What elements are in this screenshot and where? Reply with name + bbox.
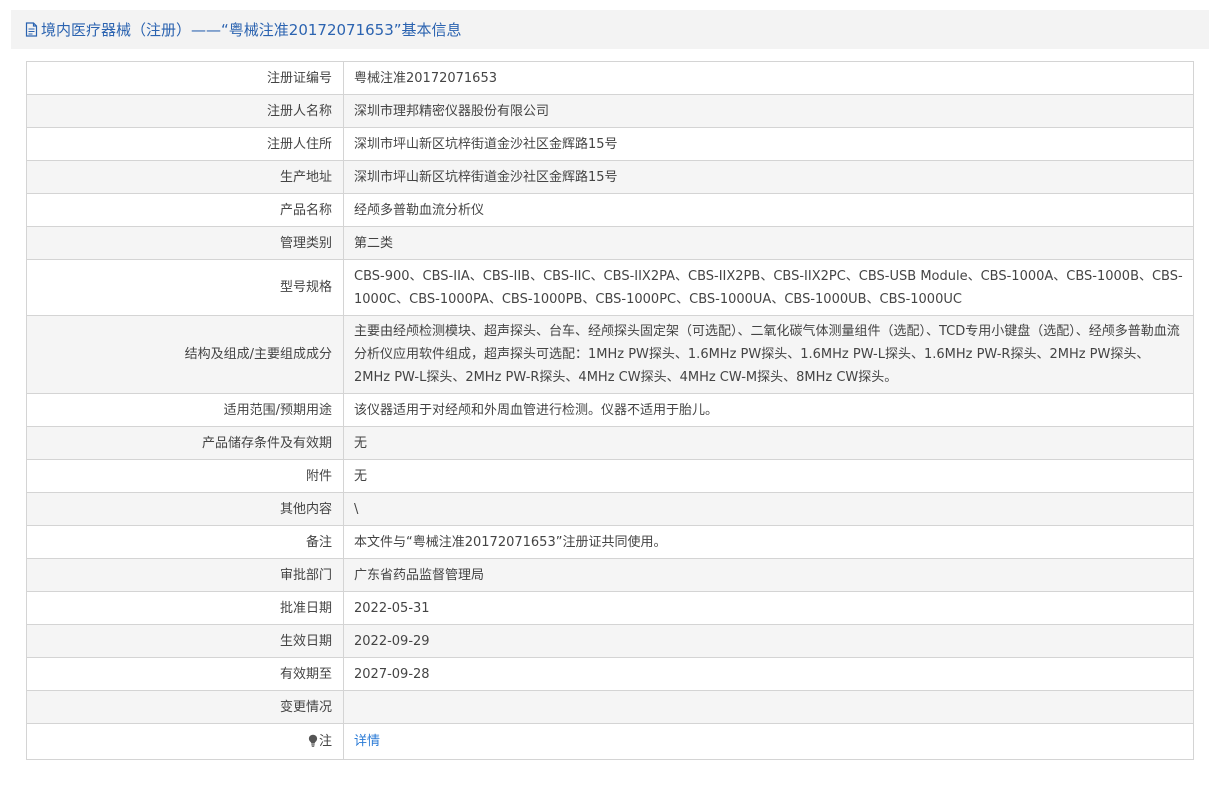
row-label: 注册人住所: [26, 127, 344, 161]
row-label: 产品名称: [26, 193, 344, 227]
row-value: 深圳市坪山新区坑梓街道金沙社区金辉路15号: [343, 127, 1194, 161]
row-value: 本文件与“粤械注准20172071653”注册证共同使用。: [343, 525, 1194, 559]
row-value: 粤械注准20172071653: [343, 61, 1194, 95]
row-value: 广东省药品监督管理局: [343, 558, 1194, 592]
table-row: 注册人名称 深圳市理邦精密仪器股份有限公司: [26, 94, 1194, 128]
table-row: 管理类别 第二类: [26, 226, 1194, 260]
page-title: 境内医疗器械（注册）——“粤械注准20172071653”基本信息: [41, 21, 462, 39]
table-row: 适用范围/预期用途 该仪器适用于对经颅和外周血管进行检测。仪器不适用于胎儿。: [26, 393, 1194, 427]
row-value: 第二类: [343, 226, 1194, 260]
panel-body: 注册证编号 粤械注准20172071653 注册人名称 深圳市理邦精密仪器股份有…: [11, 49, 1209, 786]
details-link[interactable]: 详情: [354, 734, 380, 749]
table-row: 附件 无: [26, 459, 1194, 493]
note-row: 注 详情: [26, 723, 1194, 760]
table-row: 生产地址 深圳市坪山新区坑梓街道金沙社区金辉路15号: [26, 160, 1194, 194]
table-row: 型号规格 CBS-900、CBS-IIA、CBS-IIB、CBS-IIC、CBS…: [26, 259, 1194, 316]
row-value: \: [343, 492, 1194, 526]
table-row: 有效期至 2027-09-28: [26, 657, 1194, 691]
table-row: 审批部门 广东省药品监督管理局: [26, 558, 1194, 592]
info-panel: 境内医疗器械（注册）——“粤械注准20172071653”基本信息 注册证编号 …: [11, 10, 1209, 786]
row-label: 生效日期: [26, 624, 344, 658]
panel-header: 境内医疗器械（注册）——“粤械注准20172071653”基本信息: [11, 10, 1209, 49]
table-row: 产品储存条件及有效期 无: [26, 426, 1194, 460]
row-value: 主要由经颅检测模块、超声探头、台车、经颅探头固定架（可选配）、二氧化碳气体测量组…: [343, 315, 1194, 394]
row-label: 注册证编号: [26, 61, 344, 95]
row-label: 审批部门: [26, 558, 344, 592]
row-label: 型号规格: [26, 259, 344, 316]
note-value-cell: 详情: [343, 723, 1194, 760]
row-value: CBS-900、CBS-IIA、CBS-IIB、CBS-IIC、CBS-IIX2…: [343, 259, 1194, 316]
row-label: 其他内容: [26, 492, 344, 526]
row-label: 批准日期: [26, 591, 344, 625]
row-label: 生产地址: [26, 160, 344, 194]
lightbulb-icon: [308, 732, 318, 747]
table-row: 其他内容 \: [26, 492, 1194, 526]
row-value: 经颅多普勒血流分析仪: [343, 193, 1194, 227]
row-value: 深圳市坪山新区坑梓街道金沙社区金辉路15号: [343, 160, 1194, 194]
row-label: 管理类别: [26, 226, 344, 260]
row-value: 深圳市理邦精密仪器股份有限公司: [343, 94, 1194, 128]
row-value: 无: [343, 426, 1194, 460]
note-label-cell: 注: [26, 723, 344, 760]
row-value: [343, 690, 1194, 724]
row-value: 2022-09-29: [343, 624, 1194, 658]
document-icon: [25, 22, 38, 37]
table-row: 批准日期 2022-05-31: [26, 591, 1194, 625]
row-label: 结构及组成/主要组成成分: [26, 315, 344, 394]
row-value: 2022-05-31: [343, 591, 1194, 625]
row-value: 该仪器适用于对经颅和外周血管进行检测。仪器不适用于胎儿。: [343, 393, 1194, 427]
table-row: 结构及组成/主要组成成分 主要由经颅检测模块、超声探头、台车、经颅探头固定架（可…: [26, 315, 1194, 394]
row-label: 附件: [26, 459, 344, 493]
row-label: 备注: [26, 525, 344, 559]
table-row: 注册人住所 深圳市坪山新区坑梓街道金沙社区金辉路15号: [26, 127, 1194, 161]
row-value: 2027-09-28: [343, 657, 1194, 691]
table-row: 产品名称 经颅多普勒血流分析仪: [26, 193, 1194, 227]
row-label: 注册人名称: [26, 94, 344, 128]
table-row: 注册证编号 粤械注准20172071653: [26, 61, 1194, 95]
table-row: 备注 本文件与“粤械注准20172071653”注册证共同使用。: [26, 525, 1194, 559]
note-label: 注: [318, 734, 332, 749]
info-table: 注册证编号 粤械注准20172071653 注册人名称 深圳市理邦精密仪器股份有…: [26, 61, 1194, 760]
row-label: 变更情况: [26, 690, 344, 724]
table-row: 生效日期 2022-09-29: [26, 624, 1194, 658]
row-value: 无: [343, 459, 1194, 493]
row-label: 适用范围/预期用途: [26, 393, 344, 427]
row-label: 产品储存条件及有效期: [26, 426, 344, 460]
row-label: 有效期至: [26, 657, 344, 691]
table-row: 变更情况: [26, 690, 1194, 724]
